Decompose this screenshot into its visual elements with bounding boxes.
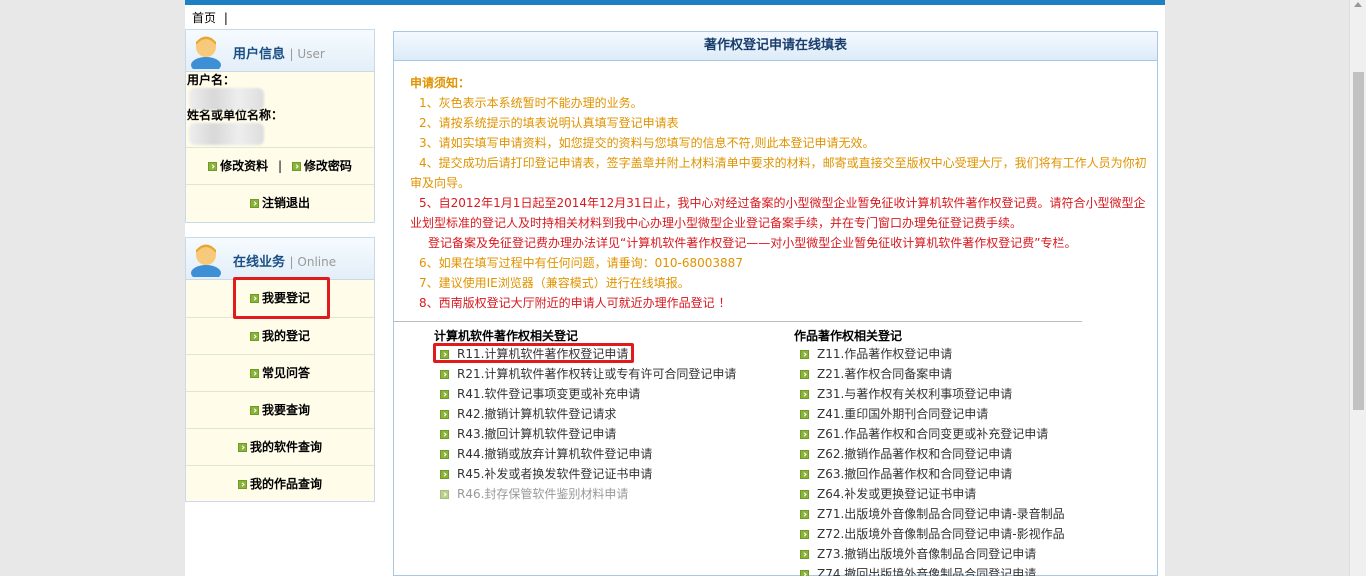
page-scrollbar[interactable] [1349,0,1366,576]
username-label: 用户名： [187,73,236,87]
nav-item-my-software-query[interactable]: 我的软件查询 [186,428,374,465]
arrow-icon [249,406,259,415]
section-divider [394,321,1082,322]
arrow-icon [291,162,301,171]
arrow-icon [237,480,247,489]
logout-link[interactable]: 注销退出 [262,196,310,210]
works-item-z64[interactable]: Z64.补发或更换登记证书申请 [794,484,1065,504]
notice-item: 1、灰色表示本系统暂时不能办理的业务。 [419,96,643,110]
arrow-icon [800,370,809,379]
software-item-r46-disabled: R46.封存保管软件鉴别材料申请 [434,484,736,504]
software-item-r42[interactable]: R42.撤销计算机软件登记请求 [434,404,736,424]
works-item-z31[interactable]: Z31.与著作权有关权利事项登记申请 [794,384,1065,404]
highlight-box-r11 [433,343,634,363]
arrow-icon [800,450,809,459]
arrow-icon [800,350,809,359]
works-item-z73[interactable]: Z73.撤销出版境外音像制品合同登记申请 [794,544,1065,564]
notice-section: 申请须知： 1、灰色表示本系统暂时不能办理的业务。 2、请按系统提示的填表说明认… [394,61,1157,313]
software-item-r44[interactable]: R44.撤销或放弃计算机软件登记申请 [434,444,736,464]
notice-item-cont: 审及向导。 [410,176,471,190]
user-panel-title: 用户信息 | User [233,47,325,62]
highlight-box-register [233,277,330,319]
edit-profile-link[interactable]: 修改资料 [220,159,268,173]
notice-item-cont: 业划型标准的登记人及时持相关材料到我中心办理小型微型企业登记备案手续，并在专门窗… [410,216,1023,230]
works-item-z74[interactable]: Z74.撤回出版境外音像制品合同登记申请 [794,564,1065,576]
works-item-z71[interactable]: Z71.出版境外音像制品合同登记申请-录音制品 [794,504,1065,524]
breadcrumb: 首页 | [185,5,1165,29]
works-item-z61[interactable]: Z61.作品著作权和合同变更或补充登记申请 [794,424,1065,444]
username-value-blurred [189,88,264,110]
breadcrumb-separator: | [223,11,228,25]
arrow-icon [208,162,218,171]
arrow-icon [440,410,449,419]
arrow-icon [800,390,809,399]
logout-row: 注销退出 [186,184,374,221]
notice-item: 7、建议使用IE浏览器（兼容模式）进行在线填报。 [419,276,690,290]
arrow-icon [440,470,449,479]
software-item-r43[interactable]: R43.撤回计算机软件登记申请 [434,424,736,444]
change-password-link[interactable]: 修改密码 [304,159,352,173]
main-panel: 著作权登记申请在线填表 申请须知： 1、灰色表示本系统暂时不能办理的业务。 2、… [393,31,1158,576]
arrow-icon [440,370,449,379]
main-title: 著作权登记申请在线填表 [394,32,1157,61]
arrow-icon [800,550,809,559]
online-panel-header: 在线业务 | Online [186,238,374,280]
software-section-title: 计算机软件著作权相关登记 [434,329,579,343]
works-item-z11[interactable]: Z11.作品著作权登记申请 [794,344,1065,364]
notice-item-detail: 登记备案及免征登记费办理办法详见“计算机软件著作权登记——对小型微型企业暂免征收… [428,236,1077,250]
scroll-up-icon[interactable] [1354,2,1362,7]
arrow-icon [440,430,449,439]
notice-item: 4、提交成功后请打印登记申请表，签字盖章并附上材料清单中要求的材料，邮寄或直接交… [419,156,1147,170]
nav-item-faq[interactable]: 常见问答 [186,354,374,391]
notice-item: 6、如果在填写过程中有任何问题，请垂询：010-68003887 [419,256,743,270]
action-separator: | [277,159,283,173]
arrow-icon [249,199,259,208]
notice-item: 3、请如实填写申请资料，如您提交的资料与您填写的信息不符,则此本登记申请无效。 [419,136,875,150]
notice-item: 8、西南版权登记大厅附近的申请人可就近办理作品登记 ！ [419,296,731,310]
profile-actions: 修改资料 | 修改密码 [186,147,374,184]
name-value-blurred [189,123,264,145]
works-item-z41[interactable]: Z41.重印国外期刊合同登记申请 [794,404,1065,424]
notice-title: 申请须知： [410,76,471,90]
works-registration-list: 作品著作权相关登记 Z11.作品著作权登记申请 Z21.著作权合同备案申请 Z3… [794,327,1065,576]
online-panel-title: 在线业务 | Online [233,255,337,270]
works-item-z21[interactable]: Z21.著作权合同备案申请 [794,364,1065,384]
arrow-icon [800,530,809,539]
arrow-icon [800,470,809,479]
software-item-r41[interactable]: R41.软件登记事项变更或补充申请 [434,384,736,404]
user-avatar-icon [191,36,221,69]
user-panel-header: 用户信息 | User [186,30,374,72]
notice-item: 2、请按系统提示的填表说明认真填写登记申请表 [419,116,679,130]
nav-item-my-registrations[interactable]: 我的登记 [186,317,374,354]
works-item-z72[interactable]: Z72.出版境外音像制品合同登记申请-影视作品 [794,524,1065,544]
software-item-r45[interactable]: R45.补发或者换发软件登记证书申请 [434,464,736,484]
user-avatar-icon [191,244,221,277]
arrow-icon [800,490,809,499]
works-item-z63[interactable]: Z63.撤回作品著作权和合同登记申请 [794,464,1065,484]
arrow-icon [249,332,259,341]
arrow-icon [800,430,809,439]
arrow-icon [249,369,259,378]
arrow-icon [800,510,809,519]
nav-item-my-works-query[interactable]: 我的作品查询 [186,465,374,502]
user-info-panel: 用户信息 | User 用户名： 姓名或单位名称： 修改资料 | 修改密码 注销… [185,29,375,223]
page: 首页 | 用户信息 | User 用户名： 姓名或单位名称： 修改资料 | 修改… [185,0,1165,576]
arrow-icon [237,443,247,452]
notice-item: 5、自2012年1月1日起至2014年12月31日止，我中心对经过备案的小型微型… [419,196,1146,210]
works-section-title: 作品著作权相关登记 [794,329,903,343]
arrow-icon [800,570,809,576]
software-item-r21[interactable]: R21.计算机软件著作权转让或专有许可合同登记申请 [434,364,736,384]
home-link[interactable]: 首页 [192,11,216,25]
scrollbar-thumb[interactable] [1353,72,1364,410]
works-item-z62[interactable]: Z62.撤销作品著作权和合同登记申请 [794,444,1065,464]
arrow-icon [800,410,809,419]
arrow-icon [440,490,449,499]
nav-item-query[interactable]: 我要查询 [186,391,374,428]
arrow-icon [440,390,449,399]
arrow-icon [440,450,449,459]
